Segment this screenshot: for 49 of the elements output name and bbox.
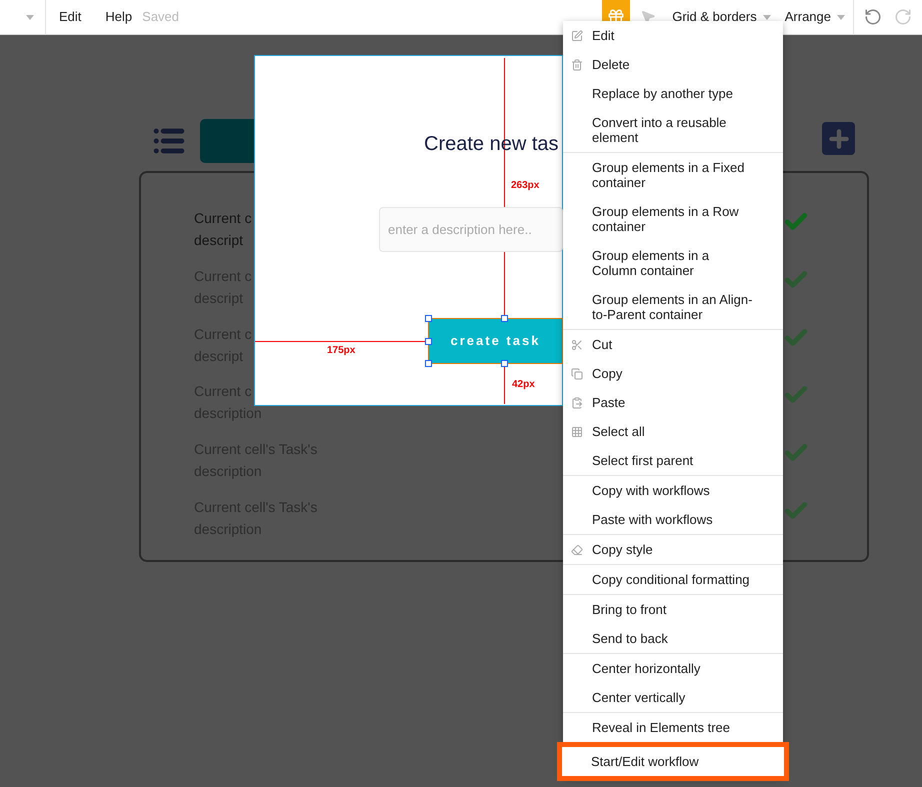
menu-item-icon (571, 397, 583, 409)
menu-item[interactable]: Group elements in a Fixed container (563, 153, 783, 197)
guide-line (504, 364, 505, 404)
menu-item[interactable]: Copy with workflows (563, 476, 783, 505)
resize-handle[interactable] (425, 315, 432, 322)
menu-item-icon (571, 368, 583, 380)
resize-handle[interactable] (501, 315, 508, 322)
menu-item[interactable]: Copy style (563, 535, 783, 564)
menu-item[interactable]: Paste with workflows (563, 505, 783, 534)
menu-item[interactable]: Bring to front (563, 595, 783, 624)
menu-item[interactable]: Copy conditional formatting (563, 565, 783, 594)
menu-item[interactable]: Center vertically (563, 683, 783, 712)
menu-item[interactable]: Edit (563, 21, 783, 50)
task-description: Current c descript (194, 209, 252, 250)
menu-item[interactable]: Select all (563, 417, 783, 446)
caret-icon (26, 14, 34, 20)
menu-item[interactable]: Cut (563, 330, 783, 359)
menu-item[interactable]: Delete (563, 50, 783, 79)
menu-item[interactable]: Group elements in a Column container (563, 241, 783, 285)
menu-item-icon (571, 339, 583, 351)
menu-button[interactable]: Edit (59, 7, 82, 27)
undo-icon[interactable] (864, 8, 882, 26)
menu-item[interactable]: Send to back (563, 624, 783, 653)
menu-item[interactable]: Select first parent (563, 446, 783, 475)
menu-item[interactable]: Group elements in an Align-to-Parent container (563, 285, 783, 329)
menu-item[interactable]: Group elements in a Row container (563, 197, 783, 241)
resize-handle[interactable] (425, 338, 432, 345)
measurement-label: 263px (511, 179, 540, 193)
resize-handle[interactable] (425, 360, 432, 367)
menu-button[interactable]: Arrange (784, 7, 845, 27)
caret-icon (837, 14, 845, 20)
menu-item-icon (571, 544, 583, 556)
menu-item[interactable]: Convert into a reusable element (563, 108, 783, 152)
measurement-label: 42px (512, 378, 535, 392)
measurement-label: 175px (327, 344, 356, 358)
menu-item[interactable]: Copy (563, 359, 783, 388)
menu-item[interactable]: Paste (563, 388, 783, 417)
menu-item-icon (571, 426, 583, 438)
save-status: Saved (142, 8, 180, 26)
menu-button[interactable]: Help (105, 7, 132, 27)
menu-item[interactable]: Start/Edit workflow (562, 747, 784, 776)
menu-item[interactable]: Replace by another type (563, 79, 783, 108)
add-icon (822, 122, 855, 155)
menu-item[interactable]: Center horizontally (563, 654, 783, 683)
resize-handle[interactable] (501, 360, 508, 367)
menu-item-icon (571, 30, 583, 42)
menu-item-icon (571, 59, 583, 71)
description-field[interactable]: enter a description here.. (379, 207, 563, 252)
menu-item[interactable]: Reveal in Elements tree (563, 713, 783, 742)
